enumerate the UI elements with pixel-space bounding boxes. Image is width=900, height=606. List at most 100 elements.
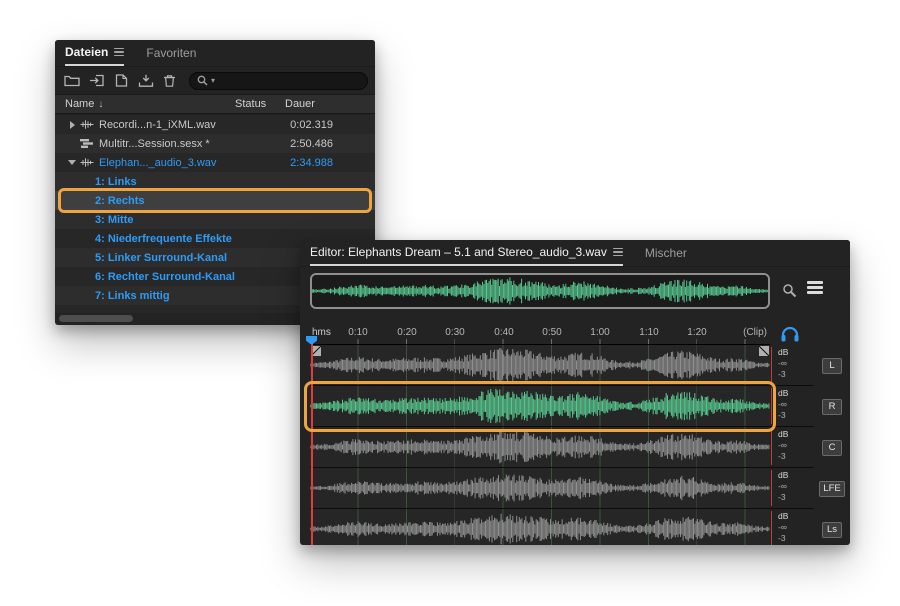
panel-menu-icon[interactable]	[114, 46, 124, 59]
list-icon	[807, 281, 823, 294]
file-row-elephants[interactable]: Elephan..._audio_3.wav 2:34.988	[55, 153, 375, 172]
multitrack-session-icon	[79, 138, 99, 149]
search-icon	[197, 75, 208, 86]
channel-label: 2: Rechts	[95, 195, 145, 207]
db-neg-inf-label: -∞	[778, 399, 787, 409]
tab-editor[interactable]: Editor: Elephants Dream – 5.1 and Stereo…	[310, 240, 623, 266]
channel-label: 3: Mitte	[95, 214, 134, 226]
db-neg3-label: -3	[778, 410, 786, 420]
ruler-tick-label: 0:10	[348, 327, 367, 338]
db-scale[interactable]: dB -∞ -3	[770, 468, 814, 509]
channel-button-ls[interactable]: Ls	[822, 522, 842, 538]
channel-label: 1: Links	[95, 176, 137, 188]
tab-dateien[interactable]: Dateien	[65, 40, 124, 66]
db-neg-inf-label: -∞	[778, 481, 787, 491]
channel-waveform-c[interactable]	[310, 427, 770, 468]
channel-row-mitte[interactable]: 3: Mitte	[55, 210, 375, 229]
waveform-r	[310, 386, 770, 426]
expand-chevron-icon[interactable]	[65, 121, 79, 129]
file-duration: 0:02.319	[285, 119, 333, 131]
fade-in-handle[interactable]	[311, 346, 321, 356]
ruler-tick-label: 0:50	[542, 327, 561, 338]
db-scale-column[interactable]: dB -∞ -3 dB -∞ -3 dB -∞ -3 dB -∞ -3 dB -…	[770, 345, 814, 545]
new-file-button[interactable]	[114, 74, 129, 87]
sort-descending-icon: ↓	[98, 99, 103, 110]
search-scope-caret-icon: ▾	[211, 77, 215, 85]
list-button[interactable]	[807, 281, 823, 297]
status-column-header[interactable]: Status	[235, 98, 285, 110]
ruler-tick-label: 0:30	[445, 327, 464, 338]
channel-waveform-l[interactable]	[310, 345, 770, 386]
channel-button-lfe[interactable]: LFE	[819, 481, 844, 497]
channel-waveform-lfe[interactable]	[310, 468, 770, 509]
tab-favoriten[interactable]: Favoriten	[146, 40, 196, 66]
ruler-tick-label: 0:20	[397, 327, 416, 338]
channel-button-r[interactable]: R	[822, 399, 842, 415]
name-header-label: Name	[65, 98, 94, 110]
delete-button[interactable]	[163, 74, 176, 87]
panel-menu-icon[interactable]	[613, 246, 623, 259]
db-unit-label: dB	[778, 511, 788, 521]
channel-label: 4: Niederfrequente Effekte	[95, 233, 232, 245]
open-folder-icon	[64, 74, 80, 87]
db-scale[interactable]: dB -∞ -3	[770, 427, 814, 468]
search-input[interactable]	[218, 75, 360, 87]
horizontal-scrollbar-thumb[interactable]	[59, 315, 133, 322]
channel-button-l[interactable]: L	[822, 358, 842, 374]
channel-row-links[interactable]: 1: Links	[55, 172, 375, 191]
db-neg-inf-label: -∞	[778, 440, 787, 450]
tab-favoriten-label: Favoriten	[146, 46, 196, 60]
file-row-session[interactable]: Multitr...Session.sesx * 2:50.486	[55, 134, 375, 153]
tab-editor-label: Editor: Elephants Dream – 5.1 and Stereo…	[310, 245, 607, 259]
files-column-headers: Name ↓ Status Dauer	[55, 94, 375, 114]
navigator-frame[interactable]	[310, 273, 770, 309]
db-scale[interactable]: dB -∞ -3	[770, 345, 814, 386]
channel-label: 5: Linker Surround-Kanal	[95, 252, 227, 264]
tab-mischer[interactable]: Mischer	[645, 240, 687, 266]
ruler-tick-label: 0:40	[494, 327, 513, 338]
import-file-icon	[89, 74, 105, 87]
save-icon	[138, 74, 154, 87]
db-unit-label: dB	[778, 470, 788, 480]
import-file-button[interactable]	[89, 74, 105, 87]
tab-mischer-label: Mischer	[645, 246, 687, 260]
waveform-c	[310, 427, 770, 467]
collapse-chevron-icon[interactable]	[65, 160, 79, 165]
monitor-button[interactable]	[780, 325, 800, 345]
clip-label: (Clip)	[743, 327, 767, 338]
editor-tab-bar: Editor: Elephants Dream – 5.1 and Stereo…	[300, 240, 850, 267]
search-box[interactable]: ▾	[189, 72, 368, 90]
channel-waveform-ls[interactable]	[310, 509, 770, 545]
channel-label: 7: Links mittig	[95, 290, 170, 302]
name-column-header[interactable]: Name ↓	[65, 98, 235, 110]
timeline-ruler[interactable]: hms 0:10 0:20 0:30 0:40 0:50 1:00 1:10 1…	[310, 322, 770, 345]
fade-out-handle[interactable]	[759, 346, 769, 356]
ruler-tick-label: 1:10	[639, 327, 658, 338]
file-duration: 2:50.486	[285, 138, 333, 150]
playhead-line[interactable]	[311, 344, 313, 545]
channel-label: 6: Rechter Surround-Kanal	[95, 271, 235, 283]
db-neg3-label: -3	[778, 451, 786, 461]
duration-column-header[interactable]: Dauer	[285, 98, 333, 110]
channel-row-rechts[interactable]: 2: Rechts	[55, 191, 375, 210]
channel-button-c[interactable]: C	[822, 440, 842, 456]
editor-panel: Editor: Elephants Dream – 5.1 and Stereo…	[300, 240, 850, 545]
ruler-tick-label: 1:20	[687, 327, 706, 338]
db-neg-inf-label: -∞	[778, 358, 787, 368]
overview-navigator[interactable]	[310, 273, 770, 309]
db-scale[interactable]: dB -∞ -3	[770, 509, 814, 545]
channel-waveform-r[interactable]	[310, 386, 770, 427]
file-name: Recordi...n-1_iXML.wav	[99, 119, 235, 131]
db-neg-inf-label: -∞	[778, 522, 787, 532]
save-button[interactable]	[138, 74, 154, 87]
tab-dateien-label: Dateien	[65, 45, 108, 59]
waveform-display	[310, 345, 770, 545]
file-name: Elephan..._audio_3.wav	[99, 157, 235, 169]
file-row-recording[interactable]: Recordi...n-1_iXML.wav 0:02.319	[55, 115, 375, 134]
db-unit-label: dB	[778, 347, 788, 357]
open-folder-button[interactable]	[64, 74, 80, 87]
file-duration: 2:34.988	[285, 157, 333, 169]
db-scale[interactable]: dB -∞ -3	[770, 386, 814, 427]
zoom-icon	[782, 283, 797, 298]
zoom-button[interactable]	[782, 283, 797, 301]
